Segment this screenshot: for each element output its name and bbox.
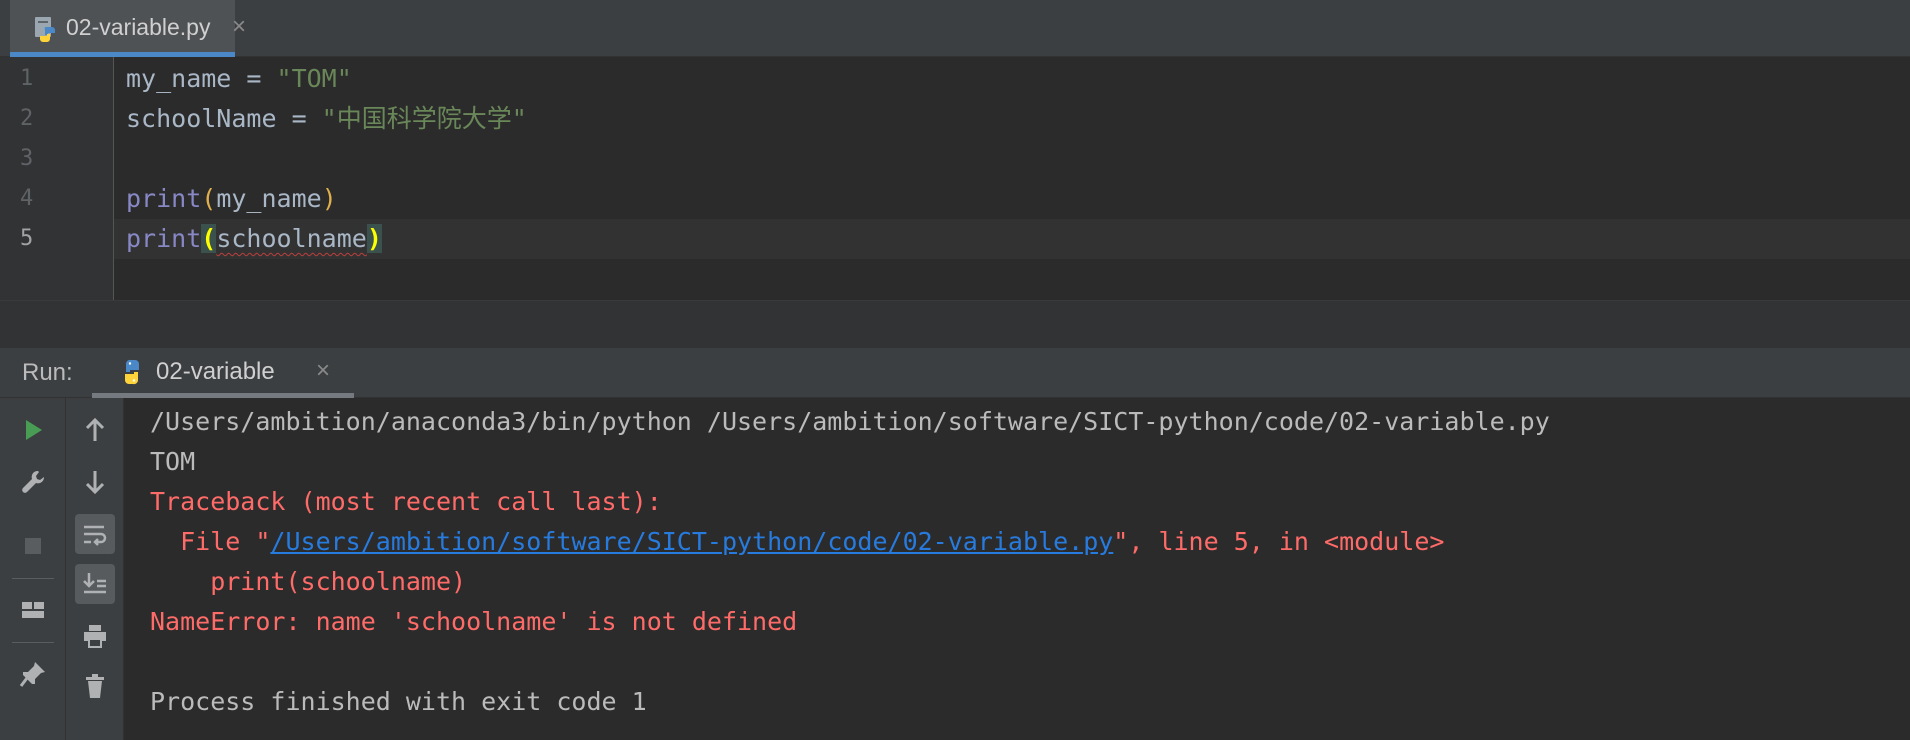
run-tab-label: 02-variable xyxy=(156,358,275,385)
string-literal: "TOM" xyxy=(276,64,352,93)
traceback-file-link[interactable]: /Users/ambition/software/SICT-python/cod… xyxy=(270,527,1113,556)
python-file-icon xyxy=(32,15,60,43)
line-number: 4 xyxy=(20,186,34,211)
editor-tab-label: 02-variable.py xyxy=(66,14,211,40)
wrench-icon xyxy=(22,470,45,493)
code-editor[interactable]: 1 2 3 4 5 my_name = "TOM" schoolName = "… xyxy=(0,57,1910,300)
run-tool-window: /Users/ambition/anaconda3/bin/python /Us… xyxy=(0,398,1910,740)
assign-operator: = xyxy=(276,104,322,133)
console-command-line: /Users/ambition/anaconda3/bin/python /Us… xyxy=(150,407,1550,436)
scroll-to-end-button[interactable] xyxy=(75,564,115,604)
process-exit-line: Process finished with exit code 1 xyxy=(150,687,647,716)
pin-icon xyxy=(19,662,45,687)
open-paren: ( xyxy=(201,184,217,213)
stop-button[interactable] xyxy=(13,526,53,566)
previous-occurrence-button[interactable] xyxy=(75,410,115,450)
close-tab-icon[interactable]: × xyxy=(232,13,246,41)
next-occurrence-button[interactable] xyxy=(75,462,115,502)
print-button[interactable] xyxy=(75,616,115,656)
traceback-file-prefix: File " xyxy=(150,527,271,556)
console-output[interactable]: /Users/ambition/anaconda3/bin/python /Us… xyxy=(150,402,1910,722)
editor-bottom-divider xyxy=(0,300,1910,348)
scroll-to-end-icon xyxy=(83,573,106,594)
run-toolbar-left xyxy=(0,398,66,740)
traceback-code-line: print(schoolname) xyxy=(150,567,467,596)
clear-all-button[interactable] xyxy=(75,666,115,706)
code-line-4[interactable]: print(my_name) xyxy=(126,179,337,219)
soft-wrap-button[interactable] xyxy=(75,514,115,554)
line-number: 3 xyxy=(20,146,34,171)
soft-wrap-icon xyxy=(84,525,107,546)
matched-close-paren: ) xyxy=(366,224,382,253)
builtin-function: print xyxy=(126,184,202,213)
builtin-function: print xyxy=(126,224,202,253)
code-line-5[interactable]: print(schoolname) xyxy=(126,219,382,259)
line-number-current: 5 xyxy=(20,226,34,251)
run-tool-window-header: Run: 02-variable × xyxy=(0,348,1910,398)
assign-operator: = xyxy=(231,64,277,93)
toolbar-separator xyxy=(12,642,54,643)
current-line-highlight xyxy=(114,219,1910,259)
unresolved-reference: schoolname xyxy=(216,224,367,253)
traceback-header: Traceback (most recent call last): xyxy=(150,487,662,516)
pin-tab-button[interactable] xyxy=(13,654,53,694)
code-line-2[interactable]: schoolName = "中国科学院大学" xyxy=(126,99,527,139)
code-line-1[interactable]: my_name = "TOM" xyxy=(126,59,352,99)
variable-name: my_name xyxy=(126,64,232,93)
restore-layout-button[interactable] xyxy=(13,590,53,630)
run-toolbar-right xyxy=(66,398,124,740)
rerun-button[interactable] xyxy=(13,410,53,450)
layout-icon xyxy=(22,602,44,618)
line-number-gutter: 1 2 3 4 5 xyxy=(0,57,114,300)
argument: my_name xyxy=(216,184,322,213)
string-literal: "中国科学院大学" xyxy=(321,104,527,133)
line-number: 1 xyxy=(20,66,34,91)
line-number: 2 xyxy=(20,106,34,131)
traceback-file-line: File "/Users/ambition/software/SICT-pyth… xyxy=(150,522,1910,562)
trash-icon xyxy=(86,674,104,698)
console-stdout-line: TOM xyxy=(150,447,196,476)
close-run-tab-icon[interactable]: × xyxy=(316,357,330,385)
python-icon xyxy=(118,358,146,386)
run-tab-02-variable[interactable]: 02-variable × xyxy=(92,348,354,398)
matched-open-paren: ( xyxy=(201,224,217,253)
error-message: NameError: name 'schoolname' is not defi… xyxy=(150,607,798,636)
arrow-up-icon xyxy=(85,417,105,441)
edit-configuration-button[interactable] xyxy=(13,462,53,502)
code-area[interactable]: my_name = "TOM" schoolName = "中国科学院大学" p… xyxy=(114,57,1910,300)
variable-name: schoolName xyxy=(126,104,277,133)
close-paren: ) xyxy=(321,184,337,213)
print-icon xyxy=(84,625,106,648)
toolbar-separator xyxy=(12,578,54,579)
stop-icon xyxy=(25,538,41,554)
run-label: Run: xyxy=(22,359,73,386)
editor-tab-bar: 02-variable.py × xyxy=(0,0,1910,57)
arrow-down-icon xyxy=(85,471,105,495)
editor-tab-02-variable[interactable]: 02-variable.py × xyxy=(10,0,246,57)
traceback-file-suffix: ", line 5, in <module> xyxy=(1113,527,1445,556)
run-icon xyxy=(26,420,42,440)
